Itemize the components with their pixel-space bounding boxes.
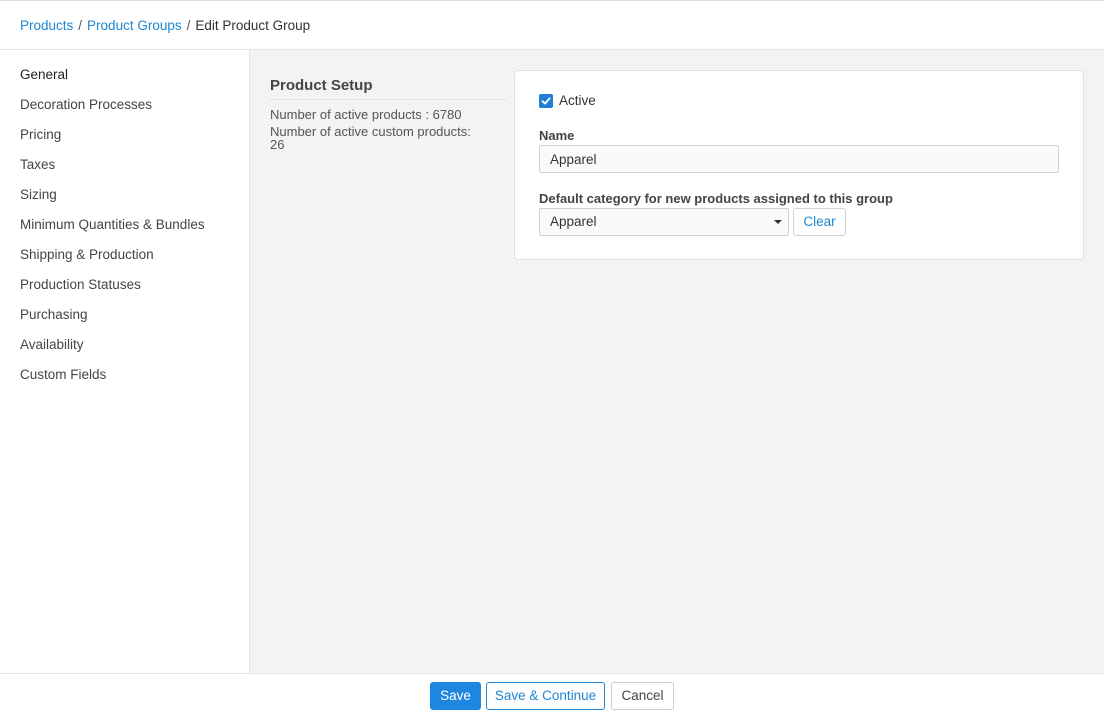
save-button[interactable]: Save: [430, 682, 481, 710]
sidebar-item-shipping-production[interactable]: Shipping & Production: [0, 247, 249, 277]
sidebar: General Decoration Processes Pricing Tax…: [0, 50, 250, 673]
active-products-count: Number of active products : 6780: [270, 107, 462, 122]
sidebar-item-purchasing[interactable]: Purchasing: [0, 307, 249, 337]
footer-actions: Save Save & Continue Cancel: [0, 673, 1104, 716]
check-icon: [541, 97, 551, 104]
breadcrumb-current: Edit Product Group: [195, 18, 311, 33]
save-continue-button[interactable]: Save & Continue: [486, 682, 605, 710]
name-label: Name: [539, 128, 575, 143]
product-setup-info: Product Setup Number of active products …: [270, 77, 506, 155]
sidebar-item-taxes[interactable]: Taxes: [0, 157, 249, 187]
sidebar-item-production-statuses[interactable]: Production Statuses: [0, 277, 249, 307]
sidebar-item-minimum-quantities[interactable]: Minimum Quantities & Bundles: [0, 217, 249, 247]
product-group-form-card: Active Name Default category for new pro…: [514, 70, 1084, 260]
breadcrumb: Products / Product Groups / Edit Product Gro…: [20, 18, 310, 33]
sidebar-item-general[interactable]: General: [0, 67, 249, 97]
breadcrumb-product-groups-link[interactable]: Product Groups: [87, 18, 182, 33]
main-content: Product Setup Number of active products …: [250, 50, 1104, 673]
active-custom-products-label: Number of active custom products:: [270, 124, 471, 139]
caret-down-icon: [774, 220, 782, 224]
default-category-value: Apparel: [550, 214, 597, 229]
cancel-button[interactable]: Cancel: [611, 682, 674, 710]
name-input[interactable]: [539, 145, 1059, 173]
default-category-select[interactable]: Apparel: [539, 208, 789, 236]
product-setup-title: Product Setup: [270, 77, 506, 100]
default-category-label: Default category for new products assign…: [539, 191, 893, 206]
active-checkbox[interactable]: [539, 93, 553, 108]
active-custom-products-count: 26: [270, 137, 285, 152]
sidebar-item-decoration-processes[interactable]: Decoration Processes: [0, 97, 249, 127]
sidebar-item-custom-fields[interactable]: Custom Fields: [0, 367, 249, 397]
sidebar-item-sizing[interactable]: Sizing: [0, 187, 249, 217]
clear-button[interactable]: Clear: [793, 208, 846, 236]
breadcrumb-separator: /: [78, 18, 83, 33]
breadcrumb-separator: /: [186, 18, 191, 33]
sidebar-item-pricing[interactable]: Pricing: [0, 127, 249, 157]
breadcrumb-products-link[interactable]: Products: [20, 18, 73, 33]
top-bar: Products / Product Groups / Edit Product Gro…: [0, 0, 1104, 50]
active-toggle[interactable]: Active: [539, 93, 596, 108]
active-label: Active: [559, 93, 596, 108]
sidebar-item-availability[interactable]: Availability: [0, 337, 249, 367]
